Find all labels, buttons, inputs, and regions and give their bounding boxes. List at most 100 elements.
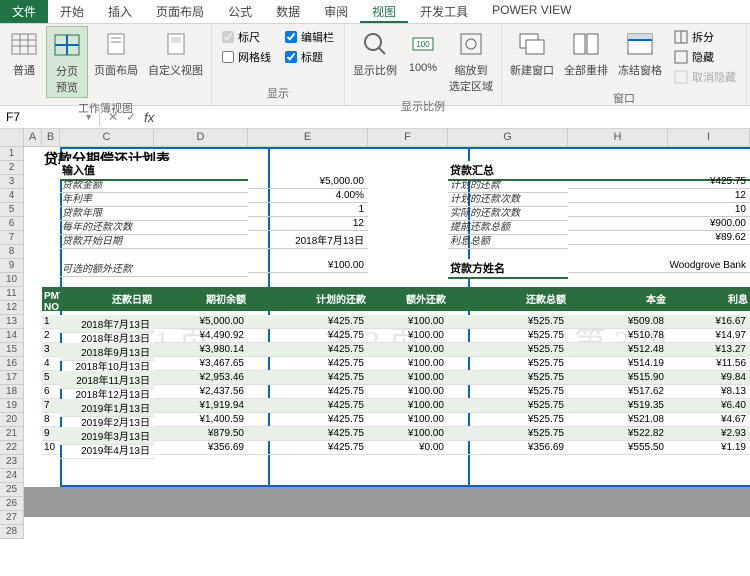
cell[interactable]: ¥512.48 [568,343,668,357]
col-header[interactable]: F [368,129,448,146]
row-header[interactable]: 16 [0,357,24,371]
cell[interactable]: 5 [42,371,60,385]
ruler-checkbox[interactable]: 标尺 [218,28,275,46]
cell[interactable]: 10 [42,441,60,455]
col-header[interactable]: I [668,129,750,146]
cell[interactable]: ¥425.75 [248,343,368,357]
page-layout-button[interactable]: 页面布局 [90,26,142,80]
row-header[interactable]: 27 [0,511,24,525]
cell[interactable]: ¥9.84 [668,371,750,385]
row-header[interactable]: 25 [0,483,24,497]
cell[interactable]: ¥1,400.59 [154,413,248,427]
cell[interactable]: ¥100.00 [368,315,448,329]
cell[interactable]: ¥8.13 [668,385,750,399]
cell[interactable]: ¥425.75 [248,329,368,343]
cell[interactable]: ¥900.00 [568,217,750,231]
cell[interactable]: ¥14.97 [668,329,750,343]
cell[interactable]: ¥2,953.46 [154,371,248,385]
cell[interactable]: ¥525.75 [448,371,568,385]
tab-view[interactable]: 视图 [360,0,408,23]
cell[interactable]: PMTNO [42,287,60,311]
row-header[interactable]: 22 [0,441,24,455]
cell[interactable]: ¥510.78 [568,329,668,343]
cell[interactable]: ¥5,000.00 [248,175,368,189]
cell[interactable]: 10 [568,203,750,217]
cell[interactable]: ¥525.75 [448,413,568,427]
row-header[interactable]: 5 [0,203,24,217]
tab-layout[interactable]: 页面布局 [144,0,216,23]
cell[interactable]: ¥555.50 [568,441,668,455]
cancel-formula-icon[interactable]: ✕ [108,110,118,124]
col-header[interactable]: G [448,129,568,146]
row-header[interactable]: 2 [0,161,24,175]
row-header[interactable]: 10 [0,273,24,287]
accept-formula-icon[interactable]: ✓ [126,110,136,124]
row-header[interactable]: 8 [0,245,24,259]
cell[interactable]: ¥16.67 [668,315,750,329]
row-header[interactable]: 6 [0,217,24,231]
zoom-button[interactable]: 显示比例 [349,26,401,80]
cell[interactable]: 9 [42,427,60,441]
normal-view-button[interactable]: 普通 [4,26,44,80]
cell[interactable]: ¥2,437.56 [154,385,248,399]
cell[interactable]: ¥425.75 [248,385,368,399]
cell[interactable]: ¥89.62 [568,231,750,245]
cell[interactable]: ¥100.00 [368,385,448,399]
cell[interactable]: ¥521.08 [568,413,668,427]
row-header[interactable]: 11 [0,287,24,301]
tab-review[interactable]: 审阅 [312,0,360,23]
cell[interactable]: ¥2.93 [668,427,750,441]
tab-power[interactable]: POWER VIEW [480,0,583,23]
cell[interactable]: ¥356.69 [448,441,568,455]
cell[interactable]: ¥425.75 [248,315,368,329]
cell[interactable]: 12 [248,217,368,231]
cell[interactable]: ¥517.62 [568,385,668,399]
cell[interactable]: ¥3,467.65 [154,357,248,371]
freeze-panes-button[interactable]: 冻结窗格 [614,26,666,80]
new-window-button[interactable]: 新建窗口 [506,26,558,80]
cell[interactable]: 还款总额 [448,287,568,311]
col-header[interactable]: C [60,129,154,146]
cell[interactable]: 3 [42,343,60,357]
row-header[interactable]: 21 [0,427,24,441]
cell[interactable]: ¥425.75 [248,371,368,385]
cell[interactable]: ¥425.75 [568,175,750,189]
headings-checkbox[interactable]: 标题 [281,48,338,66]
cell[interactable]: ¥525.75 [448,343,568,357]
col-header[interactable]: B [42,129,60,146]
cell[interactable]: ¥425.75 [248,427,368,441]
cell[interactable]: ¥522.82 [568,427,668,441]
cell[interactable]: ¥525.75 [448,315,568,329]
cell[interactable]: ¥525.75 [448,329,568,343]
unhide-button[interactable]: 取消隐藏 [670,68,740,86]
tab-file[interactable]: 文件 [0,0,48,23]
cell[interactable]: ¥100.00 [368,371,448,385]
row-header[interactable]: 12 [0,301,24,315]
cell[interactable]: 贷款方姓名 [448,259,568,279]
cell[interactable]: ¥4,490.92 [154,329,248,343]
tab-data[interactable]: 数据 [264,0,312,23]
custom-view-button[interactable]: 自定义视图 [144,26,207,80]
row-header[interactable]: 9 [0,259,24,273]
cell[interactable]: ¥11.56 [668,357,750,371]
cell[interactable]: 7 [42,399,60,413]
cell[interactable]: ¥100.00 [368,399,448,413]
cell[interactable]: 利息总额 [448,231,568,249]
col-header[interactable]: D [154,129,248,146]
cell[interactable]: ¥4.67 [668,413,750,427]
tab-insert[interactable]: 插入 [96,0,144,23]
cell[interactable]: ¥425.75 [248,357,368,371]
row-header[interactable]: 3 [0,175,24,189]
cell[interactable]: ¥100.00 [368,413,448,427]
cell[interactable]: 1 [42,315,60,329]
cell[interactable]: ¥515.90 [568,371,668,385]
zoom-selection-button[interactable]: 缩放到 选定区域 [445,26,497,96]
row-header[interactable]: 18 [0,385,24,399]
cell[interactable]: 12 [568,189,750,203]
cell[interactable]: 1 [248,203,368,217]
formulabar-checkbox[interactable]: 编辑栏 [281,28,338,46]
zoom-100-button[interactable]: 100 100% [403,26,443,76]
cell[interactable]: ¥13.27 [668,343,750,357]
cell[interactable]: 4.00% [248,189,368,203]
cell[interactable]: 期初余额 [154,287,248,311]
